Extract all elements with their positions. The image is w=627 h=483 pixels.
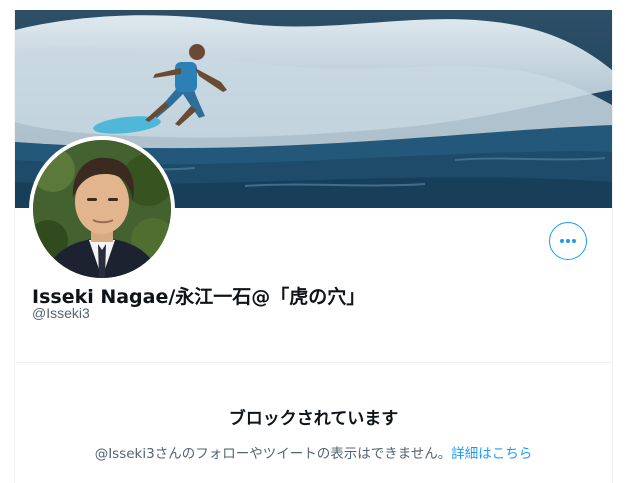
blocked-title: ブロックされています: [228, 409, 399, 429]
blocked-message-text: @Isseki3さんのフォローやツイートの表示はできません。: [94, 446, 452, 462]
blocked-message: @Isseki3さんのフォローやツイートの表示はできません。詳細はこちら: [15, 442, 612, 462]
profile-handle: @Isseki3: [32, 305, 90, 321]
more-horizontal-icon: [560, 239, 576, 243]
profile-avatar[interactable]: [29, 136, 175, 282]
more-options-button[interactable]: [549, 222, 587, 260]
top-edge: [0, 0, 627, 10]
avatar-photo: [33, 140, 171, 278]
section-divider: [15, 362, 612, 363]
learn-more-link[interactable]: 詳細はこちら: [451, 446, 532, 462]
profile-card: Isseki Nagae/永江一石@「虎の穴」 @Isseki3 ブロックされて…: [14, 0, 613, 483]
profile-page: Isseki Nagae/永江一石@「虎の穴」 @Isseki3 ブロックされて…: [0, 0, 627, 483]
